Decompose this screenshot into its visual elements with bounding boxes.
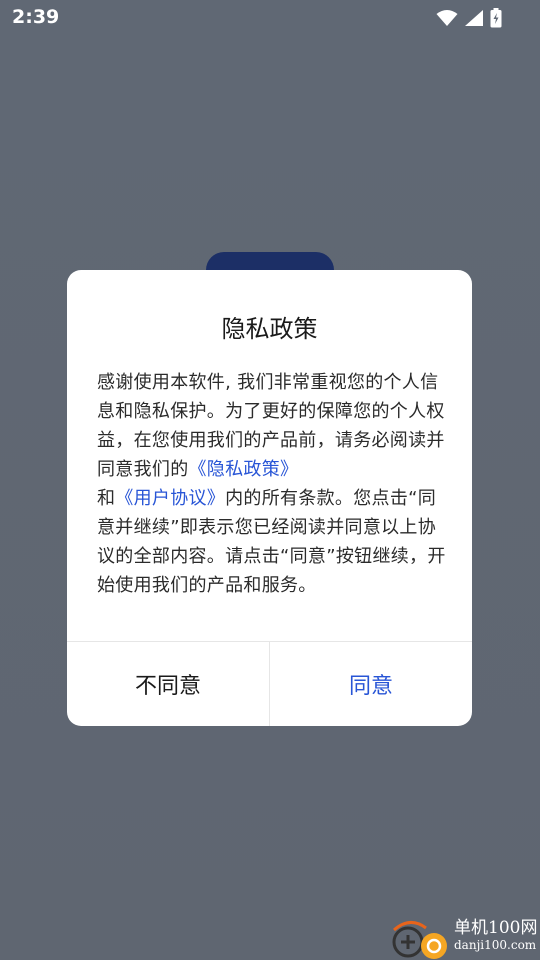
watermark: 单机100网 danji100.com (392, 916, 540, 960)
screen: 2:39 隐私政策 感谢使用本软件, 我们非常重视您的个人信息和隐私保护。为了更… (0, 0, 540, 960)
watermark-logo-icon (392, 918, 450, 960)
status-time: 2:39 (12, 6, 60, 28)
watermark-sub: danji100.com (454, 938, 537, 952)
watermark-main: 单机100网 (454, 918, 538, 938)
watermark-text: 单机100网 danji100.com (454, 918, 537, 952)
status-icons (436, 8, 502, 28)
wifi-icon (436, 9, 458, 27)
user-agreement-link[interactable]: 《用户协议》 (115, 488, 225, 509)
cellular-signal-icon (464, 9, 484, 27)
decline-button[interactable]: 不同意 (67, 642, 269, 726)
dialog-body: 感谢使用本软件, 我们非常重视您的个人信息和隐私保护。为了更好的保障您的个人权益… (97, 368, 447, 600)
dialog-title: 隐私政策 (221, 315, 318, 343)
agree-button[interactable]: 同意 (270, 642, 472, 726)
privacy-policy-link[interactable]: 《隐私政策》 (189, 459, 299, 480)
privacy-policy-dialog: 隐私政策 感谢使用本软件, 我们非常重视您的个人信息和隐私保护。为了更好的保障您… (67, 270, 472, 726)
battery-charging-icon (490, 8, 502, 28)
status-bar: 2:39 (0, 0, 540, 36)
body-text-and: 和 (97, 488, 116, 509)
